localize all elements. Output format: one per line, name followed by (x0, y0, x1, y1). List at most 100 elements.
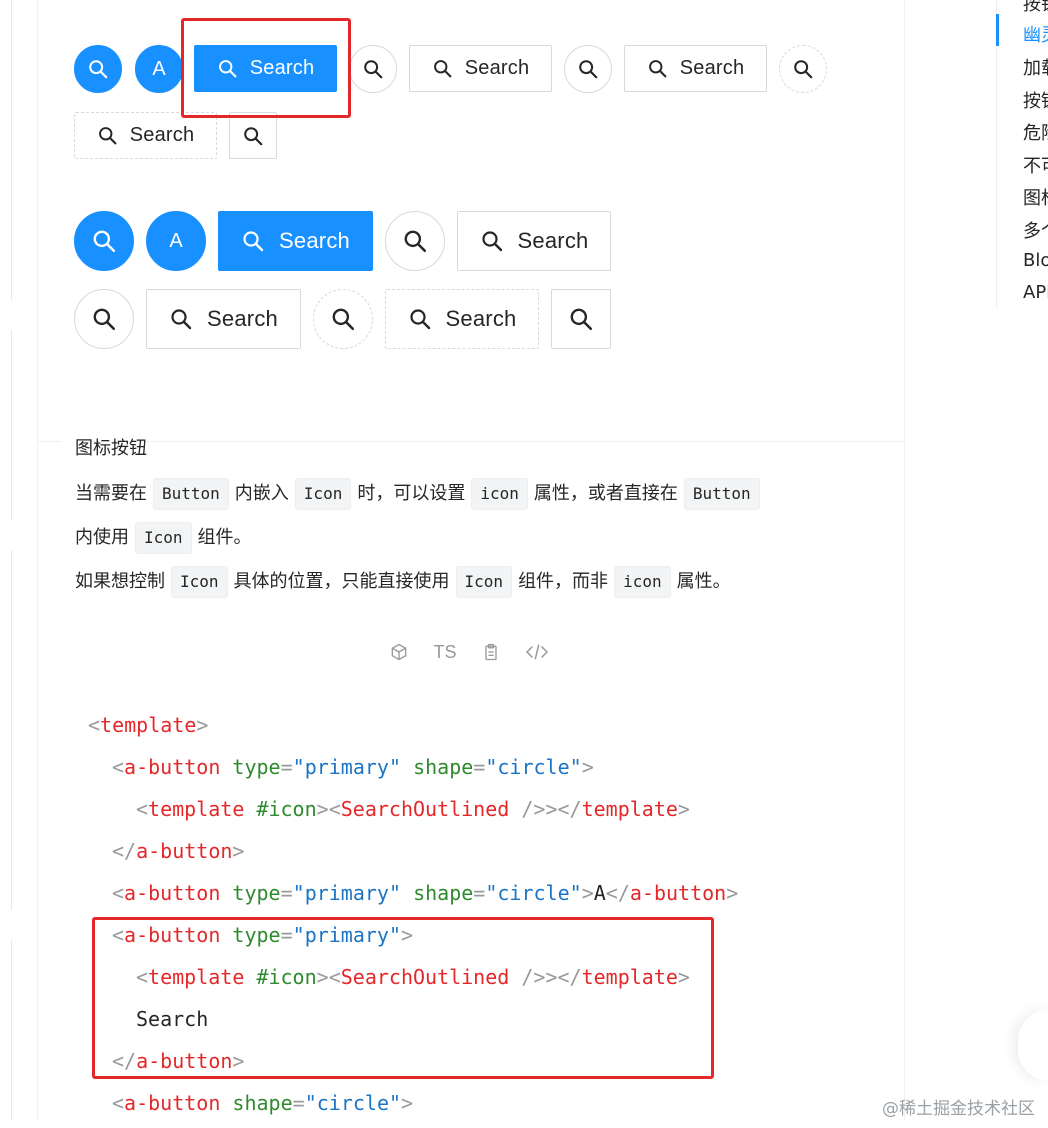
large-default-search-button[interactable]: Search (146, 289, 301, 349)
search-icon (242, 125, 264, 147)
toc-item[interactable]: 按钮 (1023, 87, 1048, 113)
description-line-1: 当需要在 Button 内嵌入 Icon 时，可以设置 icon 属性，或者直接在 Butto… (75, 478, 766, 510)
left-border (11, 550, 12, 910)
left-border (11, 330, 12, 520)
inline-code: icon (471, 478, 528, 510)
default-search-button[interactable]: Search (624, 45, 767, 92)
large-default-circle-search-button[interactable] (385, 211, 445, 271)
text: 内使用 (75, 527, 129, 548)
search-icon (432, 58, 453, 79)
toc-item[interactable]: 危险 (1023, 119, 1048, 145)
search-icon (408, 307, 432, 331)
text: 具体的位置，只能直接使用 (233, 571, 450, 592)
text: 组件，而非 (518, 571, 609, 592)
code-line: <template #icon><SearchOutlined />></tem… (136, 797, 690, 821)
code-line: Search (136, 1007, 209, 1031)
text: 属性。 (676, 571, 731, 592)
search-icon (241, 229, 265, 253)
default-circle-search-button[interactable] (564, 45, 612, 93)
inline-code: Icon (135, 522, 192, 554)
code-line: </a-button> (112, 839, 245, 863)
watermark: @稀土掘金技术社区 (882, 1099, 1035, 1119)
section-title: 图标按钮 (75, 438, 147, 459)
search-icon (97, 125, 118, 146)
inline-code: Button (153, 478, 229, 510)
text: 当需要在 (75, 483, 147, 504)
card-divider (37, 441, 905, 442)
description-line-2: 内使用 Icon 组件。 (75, 522, 252, 554)
large-dashed-search-button[interactable]: Search (385, 289, 539, 349)
toc-item[interactable]: 不可 (1023, 152, 1048, 178)
inline-code: icon (614, 566, 671, 598)
inline-code: Icon (455, 566, 513, 598)
search-icon (647, 58, 668, 79)
large-primary-circle-search-button[interactable] (74, 211, 134, 271)
search-icon (792, 58, 814, 80)
toc-item[interactable]: API (1023, 282, 1048, 303)
dashed-search-button[interactable]: Search (74, 112, 217, 159)
search-icon (91, 306, 117, 332)
large-primary-circle-letter-button[interactable]: A (146, 211, 206, 271)
toc-item[interactable]: Blo (1023, 250, 1048, 271)
code-line: <a-button type="primary" shape="circle">… (112, 881, 739, 905)
default-search-button[interactable]: Search (409, 45, 552, 92)
large-default-icon-only-button[interactable] (551, 289, 611, 349)
text: 如果想控制 (75, 571, 165, 592)
button-letter: A (152, 57, 166, 80)
text: 时，可以设置 (357, 483, 466, 504)
code-line: <template #icon><SearchOutlined />></tem… (136, 965, 690, 989)
code-line: <a-button type="primary" shape="circle"> (112, 755, 594, 779)
left-border (11, 940, 12, 1121)
dashed-circle-search-button[interactable] (779, 45, 827, 93)
code-line: <a-button type="primary"> (112, 923, 414, 947)
copy-icon[interactable] (477, 638, 505, 666)
default-circle-search-button[interactable] (349, 45, 397, 93)
inline-code: Icon (171, 566, 228, 598)
primary-search-button[interactable]: Search (194, 45, 337, 92)
button-label: Search (249, 57, 315, 79)
code-line: <template> (88, 713, 209, 737)
search-icon (568, 306, 594, 332)
text: 属性，或者直接在 (533, 483, 678, 504)
large-default-search-button[interactable]: Search (457, 211, 611, 271)
large-primary-search-button[interactable]: Search (218, 211, 373, 271)
floating-panel-edge (1018, 1010, 1048, 1080)
button-label: Search (445, 306, 517, 331)
large-default-circle-search-button[interactable] (74, 289, 134, 349)
search-icon (480, 229, 504, 253)
button-letter: A (169, 229, 183, 252)
button-label: Search (207, 306, 278, 331)
primary-circle-letter-button[interactable]: A (135, 45, 183, 93)
text: 内嵌入 (234, 483, 289, 504)
toc-item[interactable]: 加载 (1023, 54, 1048, 80)
inline-code: Icon (294, 478, 352, 510)
button-label: Search (517, 228, 589, 253)
text: 组件。 (197, 527, 252, 548)
code-line: </a-button> (112, 1049, 245, 1073)
search-icon (577, 58, 599, 80)
codesandbox-icon[interactable] (385, 638, 413, 666)
code-actions: TS (385, 638, 551, 666)
search-icon (91, 228, 117, 254)
large-dashed-circle-search-button[interactable] (313, 289, 373, 349)
button-label: Search (279, 228, 350, 253)
toc-item[interactable]: 多个 (1023, 217, 1048, 243)
inline-code: Button (683, 478, 760, 510)
search-icon (362, 58, 384, 80)
ts-toggle[interactable]: TS (431, 638, 459, 666)
toc-item[interactable]: 按钮 (1023, 0, 1048, 16)
toc-item[interactable]: 图标 (1023, 184, 1048, 210)
toc-item-active[interactable]: 幽灵 (1023, 21, 1048, 47)
primary-circle-search-button[interactable] (74, 45, 122, 93)
button-label: Search (679, 57, 745, 79)
toc-active-indicator (996, 14, 999, 46)
search-icon (87, 58, 109, 80)
search-icon (217, 58, 238, 79)
code-expand-icon[interactable] (523, 638, 551, 666)
button-label: Search (129, 124, 195, 146)
description-line-3: 如果想控制 Icon 具体的位置，只能直接使用 Icon 组件，而非 icon 属性。 (75, 566, 731, 598)
search-icon (330, 306, 356, 332)
left-border (11, 0, 12, 300)
code-line: <a-button shape="circle"> (112, 1091, 414, 1115)
default-icon-only-button[interactable] (229, 112, 277, 159)
